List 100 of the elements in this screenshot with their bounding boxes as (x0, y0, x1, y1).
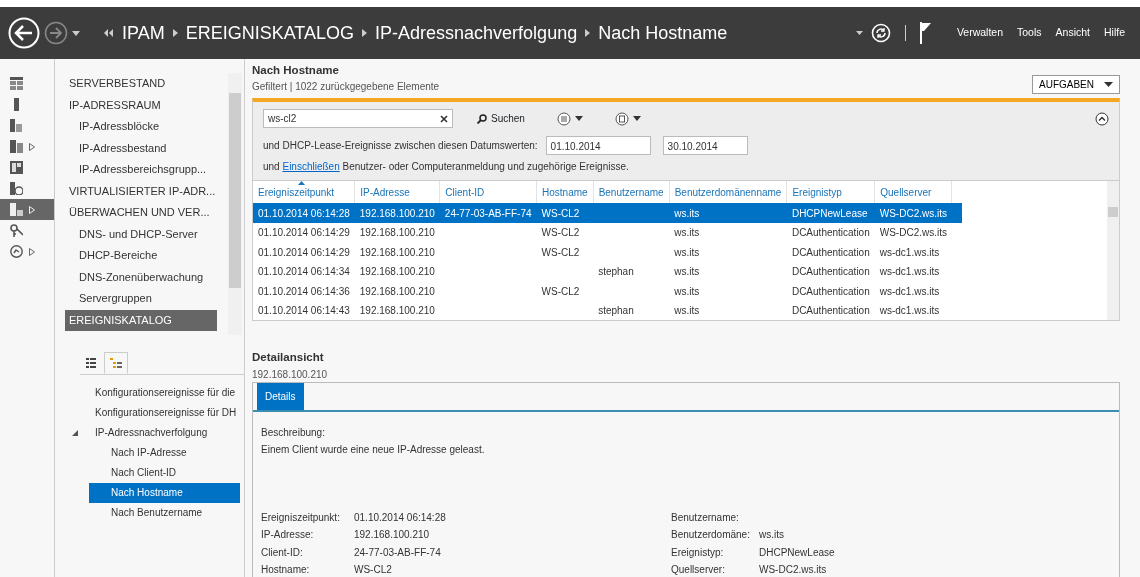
panel-icon (10, 161, 23, 174)
search-button[interactable]: Suchen (477, 111, 525, 127)
tree-item[interactable]: Nach IP-Adresse (89, 443, 240, 463)
field-value: 01.10.2014 06:14:28 (354, 510, 446, 525)
tree-item[interactable]: Konfigurationsereignisse für die (95, 383, 236, 403)
field-label: Client-ID: (261, 545, 304, 560)
server-group-icon (10, 140, 23, 153)
table-cell-text: 01.10.2014 06:14:43 (257, 304, 351, 318)
nav-item[interactable]: VIRTUALISIERTER IP-ADR... (65, 180, 217, 202)
event-list-icon (10, 203, 23, 216)
scrollbar-thumb[interactable] (1108, 207, 1118, 218)
tasks-dropdown[interactable]: AUFGABEN (1032, 75, 1120, 95)
field-label: Ereigniszeitpunkt: (261, 510, 341, 525)
description-label: Beschreibung: (261, 425, 326, 440)
flag-icon[interactable] (919, 22, 932, 44)
table-cell: WS-CL2 (536, 222, 594, 243)
back-icon[interactable] (8, 17, 40, 49)
nav-item[interactable]: IP-ADRESSRAUM (65, 94, 217, 116)
date-field[interactable]: 30.10.2014 (662, 136, 748, 156)
tree-item[interactable]: Nach Client-ID (89, 463, 240, 483)
collapse-arrow-icon[interactable] (72, 430, 78, 436)
table-cell: WS-DC2.ws.its (874, 222, 952, 243)
breadcrumb-link[interactable]: EREIGNISKATALOG (185, 19, 355, 47)
breadcrumb-link[interactable]: Nach Hostname (598, 19, 728, 47)
include-link[interactable]: Einschließen (282, 161, 340, 173)
table-cell-text: WS-CL2 (540, 284, 581, 299)
section-subtitle: 192.168.100.210 (252, 367, 329, 382)
back-chevron-icon (104, 29, 114, 37)
nav-item[interactable]: DNS- und DHCP-Server (65, 223, 217, 245)
save-query-icon[interactable] (614, 111, 629, 126)
table-cell-text: 192.168.100.210 (358, 265, 436, 279)
nav-item[interactable]: ÜBERWACHEN UND VER... (65, 202, 217, 224)
nav-item[interactable]: IP-Adressbestand (65, 137, 217, 159)
table-cell-text: ws-dc1.ws.its (878, 284, 941, 299)
breadcrumb-link[interactable]: IPAM (122, 19, 165, 47)
chevron-icon (362, 29, 368, 37)
nav-item[interactable]: DNS-Zonenüberwachung (65, 266, 217, 288)
view-tab[interactable] (104, 352, 128, 374)
breadcrumb-link[interactable]: IP-Adressnachverfolgung (375, 19, 578, 47)
table-cell-text: DCAuthentication (790, 284, 871, 299)
table-cell-text: 01.10.2014 06:14:34 (257, 265, 351, 279)
table-cell-text: DCAuthentication (790, 265, 871, 279)
date-range-label: und DHCP-Lease-Ereignisse zwischen diesen Datumswerten: (263, 139, 538, 154)
refresh-icon[interactable] (870, 23, 891, 43)
collapse-icon[interactable] (1095, 111, 1109, 126)
tree-item[interactable]: Konfigurationsereignisse für DH (95, 403, 237, 423)
sidebar-item[interactable] (0, 199, 54, 220)
caret-icon[interactable] (72, 30, 80, 36)
table-row[interactable]: 01.10.2014 06:14:29 192.168.100.210 WS-CL2 ws.its DCAuthentication ws-dc1.ws.its (253, 242, 963, 262)
include-text: und Einschließen Benutzer- oder Computeranmeldung und zugehörige Ereignisse. (263, 160, 630, 175)
caret-icon[interactable] (855, 31, 863, 35)
gauge-icon (10, 245, 23, 258)
search-field[interactable]: ws-cl2 (263, 109, 453, 129)
scrollbar[interactable] (1107, 181, 1119, 321)
date-field[interactable]: 01.10.2014 (545, 136, 651, 156)
menu-item[interactable]: Tools (1010, 25, 1049, 41)
scrollbar[interactable] (228, 73, 242, 335)
table-cell-text: stephan (597, 265, 635, 279)
nav-item[interactable]: IP-Adressblöcke (65, 116, 217, 138)
table-row[interactable]: 01.10.2014 06:14:36 192.168.100.210 WS-CL2 ws.its DCAuthentication ws-dc1.ws.its (253, 281, 963, 301)
nav-item[interactable]: DHCP-Bereiche (65, 245, 217, 267)
table-cell-text: 01.10.2014 06:14:29 (257, 245, 351, 260)
tree-item[interactable]: Nach Benutzername (89, 503, 240, 523)
nav-item[interactable]: IP-Adressbereichsgrupp... (65, 159, 217, 181)
table-cell: 192.168.100.210 (354, 222, 440, 243)
forward-icon[interactable] (44, 21, 68, 45)
menu-item[interactable]: Hilfe (1097, 25, 1132, 41)
menu-item[interactable]: Ansicht (1048, 25, 1097, 41)
field-label: Quellserver: (671, 563, 726, 577)
field-value: WS-DC2.ws.its (759, 563, 827, 577)
table-cell-text: DCAuthentication (790, 245, 871, 260)
table-row[interactable]: 01.10.2014 06:14:34 192.168.100.210 stephan ws.its DCAuthentication ws-dc1.ws.its (253, 261, 963, 282)
dashboard-icon (10, 77, 23, 90)
caret-icon[interactable] (574, 116, 583, 122)
caret-icon[interactable] (632, 116, 641, 122)
scrollbar-thumb[interactable] (229, 93, 241, 288)
tree-item[interactable]: IP-Adressnachverfolgung (95, 423, 208, 443)
key-icon (10, 224, 23, 237)
chevron-icon (585, 29, 591, 37)
nav-item[interactable]: EREIGNISKATALOG (65, 309, 217, 331)
section-title: Detailansicht (252, 350, 325, 366)
view-options-icon[interactable] (556, 111, 571, 126)
table-cell-text: DCAuthentication (790, 304, 871, 318)
clear-icon[interactable] (440, 114, 448, 123)
table-row[interactable]: 01.10.2014 06:14:43 192.168.100.210 stephan ws.its DCAuthentication ws-dc1.ws.its (253, 300, 963, 321)
description-text: Einem Client wurde eine neue IP-Adresse geleast. (261, 443, 486, 457)
menu-item[interactable]: Verwalten (949, 25, 1011, 41)
tab[interactable]: Details (257, 382, 304, 410)
table-cell-text: ws-dc1.ws.its (878, 245, 941, 260)
tree-item[interactable]: Nach Hostname (89, 483, 240, 503)
table-cell-text: 01.10.2014 06:14:36 (257, 284, 351, 299)
tree-icon (110, 358, 122, 368)
nav-item[interactable]: SERVERBESTAND (65, 73, 217, 95)
nav-item[interactable]: Servergruppen (65, 288, 217, 310)
servers-icon (10, 119, 23, 132)
field-label: Benutzername: (671, 510, 740, 525)
table-cell-text: 192.168.100.210 (358, 304, 436, 318)
table-row[interactable]: 01.10.2014 06:14:29 192.168.100.210 WS-CL2 ws.its DCAuthentication WS-DC2.ws.its (253, 222, 963, 243)
table-cell: ws.its (669, 222, 787, 243)
table-row[interactable]: 01.10.2014 06:14:28 192.168.100.210 24-77-03-AB-FF-74 WS-CL2 ws.its DHCPNewLease WS-DC2.ws.its (253, 203, 963, 223)
